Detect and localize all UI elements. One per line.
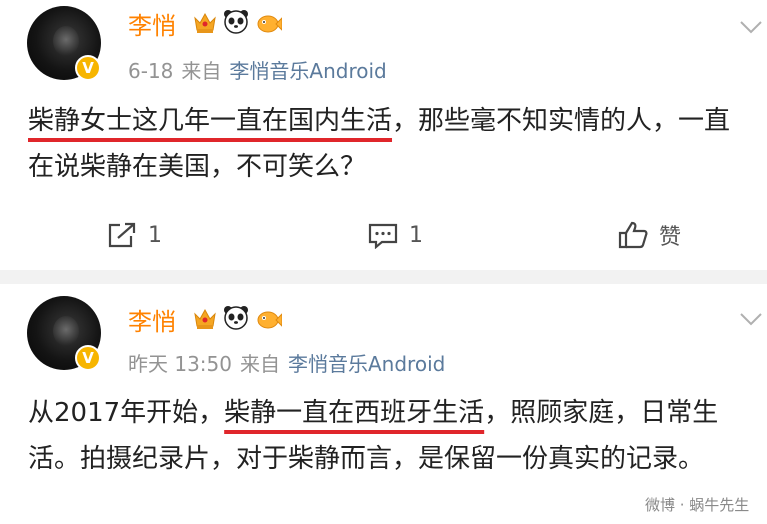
comment-count: 1 <box>409 222 423 248</box>
post-text: 柴静女士这几年一直在国内生活，那些毫不知实情的人，一直在说柴静在美国，不可笑么？ <box>28 98 753 190</box>
post-text-before: 从2017年开始， <box>28 398 225 428</box>
repost-icon <box>108 222 136 248</box>
comment-button[interactable]: 1 <box>367 215 423 255</box>
repost-button[interactable]: 1 <box>106 215 162 255</box>
post-time: 6-18 <box>128 59 174 83</box>
crown-badge-icon <box>194 12 216 33</box>
chevron-down-icon[interactable] <box>739 20 763 34</box>
action-bar: 1 1 赞 <box>0 215 767 255</box>
fish-icon <box>257 311 282 329</box>
post-text: 从2017年开始，柴静一直在西班牙生活，照顾家庭，日常生活。拍摄纪录片，对于柴静… <box>28 390 753 482</box>
post-meta: 6-18 来自 李悄音乐Android <box>128 55 395 84</box>
verified-badge-icon: V <box>75 345 101 371</box>
via-label: 来自 <box>181 59 222 83</box>
like-icon <box>618 221 648 249</box>
username[interactable]: 李悄 <box>128 302 176 337</box>
chevron-down-icon[interactable] <box>739 312 763 326</box>
post-source[interactable]: 李悄音乐Android <box>229 59 386 83</box>
underlined-text: 柴静一直在西班牙生活 <box>224 398 485 428</box>
verified-badge-icon: V <box>75 55 101 81</box>
crown-badge-icon <box>194 308 216 329</box>
weibo-post: V 李悄 昨天 13:50 来自 李悄音乐Android 从2017年开始，柴静一直… <box>0 284 767 524</box>
feed-divider <box>0 270 767 284</box>
fish-icon <box>257 15 282 33</box>
watermark: 微博 · 蜗牛先生 <box>645 496 750 514</box>
like-button[interactable]: 赞 <box>617 215 681 255</box>
username[interactable]: 李悄 <box>128 6 176 41</box>
underlined-text: 柴静女士这几年一直在国内生活 <box>28 106 393 136</box>
like-label: 赞 <box>659 225 682 250</box>
post-meta: 昨天 13:50 来自 李悄音乐Android <box>128 348 453 377</box>
post-source[interactable]: 李悄音乐Android <box>288 352 445 376</box>
post-time: 昨天 13:50 <box>128 352 232 376</box>
panda-icon <box>224 306 248 330</box>
weibo-post: V 李悄 6-18 来自 李悄音乐Android 柴静女士这几年一直在国内生活，那些… <box>0 0 767 270</box>
comment-icon <box>368 223 398 249</box>
via-label: 来自 <box>240 352 280 376</box>
panda-icon <box>224 10 248 34</box>
repost-count: 1 <box>148 222 162 248</box>
